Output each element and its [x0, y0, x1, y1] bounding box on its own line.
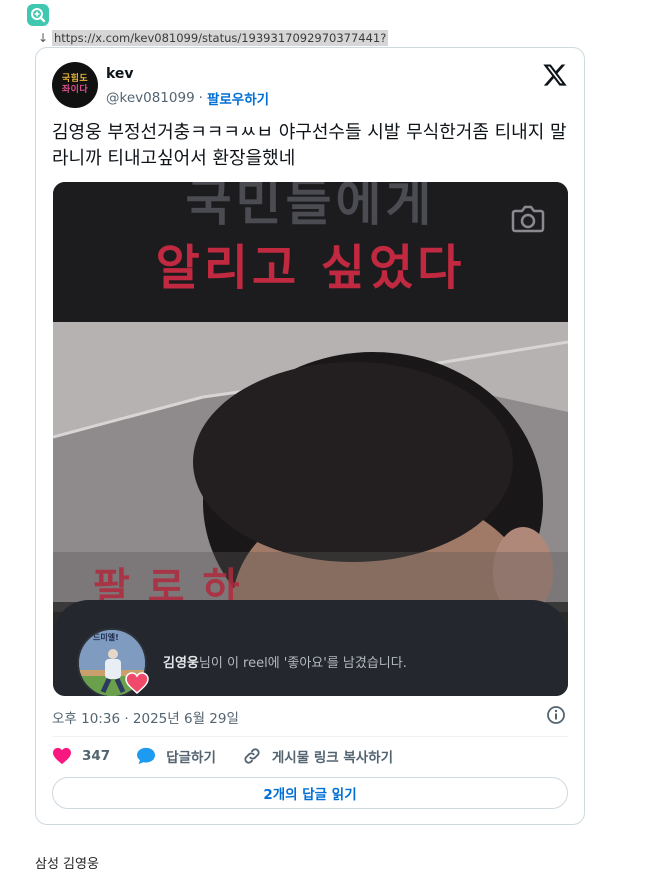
tweet-text: 김영웅 부정선거충ㅋㅋㅋㅆㅂ 야구선수들 시발 무식한거좀 티내지 말라니까 티…	[52, 122, 567, 169]
author-avatar[interactable]: 국힘도 좌이다	[52, 62, 98, 108]
tweet-card: 국힘도 좌이다 kev @kev081099 · 팔로우하기 김영웅 부정선거충…	[35, 47, 585, 825]
copy-link-button[interactable]: 게시물 링크 복사하기	[242, 746, 393, 766]
reply-bubble-icon	[137, 747, 156, 765]
x-logo-icon[interactable]	[542, 62, 568, 88]
footer-caption: 삼성 김영웅	[35, 857, 99, 872]
tweet-actions: 347 답글하기 게시물 링크 복사하기	[52, 745, 419, 767]
avatar-text-line2: 좌이다	[61, 85, 89, 95]
notice-avatar-text: 드미엘!	[93, 633, 119, 642]
video-caption-line2: 알리고 싶었다	[155, 240, 466, 296]
info-icon[interactable]	[546, 705, 566, 725]
author-meta: @kev081099 · 팔로우하기	[106, 88, 269, 108]
copy-link-label: 게시물 링크 복사하기	[271, 750, 394, 766]
source-url-link[interactable]: https://x.com/kev081099/status/193931709…	[52, 29, 389, 46]
like-button[interactable]: 347	[52, 747, 110, 765]
video-caption-line1: 국민들에게	[185, 182, 436, 232]
divider	[52, 736, 568, 737]
follow-button[interactable]: 팔로우하기	[207, 88, 269, 108]
author-handle[interactable]: @kev081099	[106, 90, 195, 106]
camera-icon[interactable]	[511, 204, 545, 234]
heart-icon	[125, 672, 149, 694]
reply-button[interactable]: 답글하기	[136, 746, 216, 766]
source-url-row: ↓ https://x.com/kev081099/status/1939317…	[38, 29, 389, 46]
notice-message: 님이 이 reel에 '좋아요'를 남겼습니다.	[198, 656, 407, 671]
link-icon	[244, 748, 260, 764]
search-plus-icon	[31, 8, 46, 23]
like-notification-banner: 드미엘! 김영웅님이 이 reel에 '좋아요'를 남겼습니다.	[53, 600, 568, 696]
notice-user-name: 김영웅	[163, 656, 199, 671]
app-logo-icon	[27, 4, 49, 26]
download-arrow-icon: ↓	[38, 30, 49, 45]
tweet-timestamp[interactable]: 오후 10:36 · 2025년 6월 29일	[52, 707, 239, 727]
heart-icon	[53, 747, 71, 765]
avatar-text-line1: 국힘도	[61, 74, 89, 84]
like-count: 347	[82, 748, 111, 764]
reply-label: 답글하기	[166, 750, 216, 766]
read-replies-button[interactable]: 2개의 답글 읽기	[52, 777, 568, 809]
meta-separator: ·	[198, 90, 203, 106]
like-notification-text: 김영웅님이 이 reel에 '좋아요'를 남겼습니다.	[163, 652, 407, 671]
tweet-media[interactable]: 국민들에게 알리고 싶었다 팔로하 드미엘! 김영웅님이 이 reel에 '좋아…	[53, 182, 568, 696]
author-name[interactable]: kev	[106, 66, 134, 82]
